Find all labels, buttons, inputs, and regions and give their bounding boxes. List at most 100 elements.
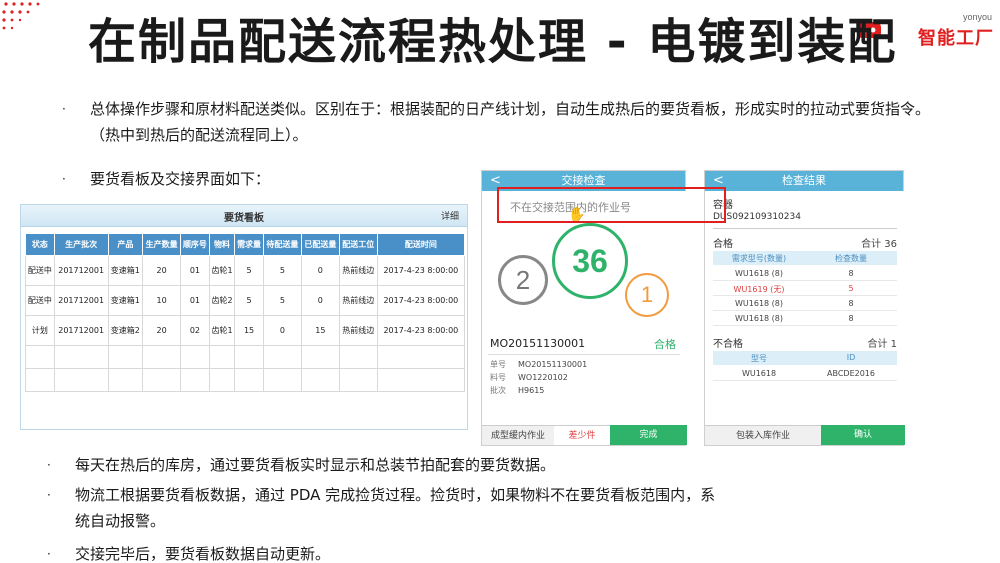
table-cell: 齿轮1	[208, 315, 236, 346]
column-header: 配送时间	[376, 233, 466, 256]
table-cell: 201712001	[53, 315, 109, 346]
fail-total: 合计 1	[867, 339, 897, 350]
slide-title: 在制品配送流程热处理 - 电镀到装配	[88, 14, 898, 70]
highlight-box	[497, 187, 726, 223]
column-header: 顺序号	[180, 233, 210, 256]
bullet-text: 物流工根据要货看板数据，通过 PDA 完成捡货过程。捡货时，如果物料不在要货看板…	[75, 486, 716, 530]
screen-footer: 成型缓内作业 差少件 完成	[482, 425, 687, 445]
field-value: MO20151130001	[518, 360, 588, 369]
table-cell: 5	[262, 255, 302, 286]
table-cell: ABCDE2016	[827, 369, 875, 378]
column-header: 物料	[208, 233, 236, 256]
table-cell: 0	[262, 315, 302, 346]
decor-dots-icon	[2, 2, 40, 30]
table-header-row: 状态 生产批次 产品 生产数量 顺序号 物料 需求量 待配送量 已配送量 配送工…	[25, 233, 466, 256]
table-row[interactable]: WU1618 (8) 8	[713, 267, 897, 281]
column-header: 型号	[751, 354, 767, 363]
extra-count-circle[interactable]: 1	[625, 273, 669, 317]
bullet-item: · 总体操作步骤和原材料配送类似。区别在于：根据装配的日产线计划，自动生成热后的要…	[62, 100, 931, 144]
table-cell: 02	[180, 315, 210, 346]
bullet-item: · 每天在热后的库房，通过要货看板实时显示和总装节拍配套的要货数据。	[47, 456, 556, 474]
table-cell: 201712001	[53, 285, 109, 316]
table-cell: 8	[848, 314, 854, 323]
field-value: H9615	[518, 386, 545, 395]
table-cell: 2017-4-23 8:00:00	[376, 315, 466, 346]
table-cell: WU1619 (无)	[733, 285, 785, 294]
pack-storage-button[interactable]: 包装入库作业	[705, 425, 821, 445]
table-row[interactable]: 计划 201712001 变速箱2 20 02 齿轮1 15 0 15 热前线边 2017-4-23…	[25, 315, 466, 346]
table-cell: 齿轮2	[208, 285, 236, 316]
bullet-item: · 要货看板及交接界面如下：	[62, 170, 271, 188]
confirm-button[interactable]: 确认	[821, 425, 905, 445]
column-header: 需求量	[234, 233, 264, 256]
table-cell: 01	[180, 255, 210, 286]
footer-tab-button[interactable]: 成型缓内作业	[482, 425, 554, 445]
missing-count-circle[interactable]: 2	[498, 255, 548, 305]
table-row-empty	[25, 368, 466, 392]
table-cell: 5	[848, 284, 854, 293]
screen-title: 交接检查	[561, 174, 606, 187]
column-header: 生产批次	[53, 233, 109, 256]
handover-body: 不在交接范围内的作业号 ✋ 36 2 1 MO20151130001 合格 单号…	[482, 191, 687, 427]
table-cell: 热前线边	[338, 285, 378, 316]
table-cell: 齿轮1	[208, 255, 236, 286]
divider	[713, 228, 897, 229]
table-row[interactable]: WU1618 ABCDE2016	[713, 367, 897, 381]
mo-row[interactable]: MO20151130001 合格	[488, 335, 680, 355]
field-material: 料号 WO1220102	[490, 372, 568, 383]
mo-code: MO20151130001	[490, 337, 586, 350]
table-cell: 8	[848, 269, 854, 278]
screen-footer: 包装入库作业 确认	[705, 425, 905, 445]
shortage-button[interactable]: 差少件	[554, 425, 610, 445]
bullet-text: 每天在热后的库房，通过要货看板实时显示和总装节拍配套的要货数据。	[75, 456, 556, 474]
brand-small-text: yonyou	[962, 12, 992, 22]
table-cell: 20	[142, 315, 182, 346]
bullet-text: 总体操作步骤和原材料配送类似。区别在于：根据装配的日产线计划，自动生成热后的要货…	[90, 100, 931, 144]
bullet-text: 要货看板及交接界面如下：	[90, 170, 271, 188]
field-label: 批次	[490, 386, 506, 395]
kanban-detail-link[interactable]: 详细	[441, 209, 459, 222]
pass-total: 合计 36	[861, 239, 897, 250]
column-header: 待配送量	[262, 233, 302, 256]
checked-count-circle[interactable]: 36	[552, 223, 628, 299]
bullet-item: · 交接完毕后，要货看板数据自动更新。	[47, 545, 331, 563]
table-cell: 配送中	[25, 285, 55, 316]
check-result-screen: < 检查结果 容器 DUS092109310234 合格 合计 36 需求型号(…	[704, 170, 905, 446]
table-cell: WU1618	[741, 369, 777, 378]
column-header: 产品	[107, 233, 144, 256]
screen-title: 检查结果	[782, 174, 826, 187]
table-cell: 变速箱2	[107, 315, 144, 346]
table-cell: 2017-4-23 8:00:00	[376, 285, 466, 316]
column-header: ID	[846, 353, 856, 362]
table-cell: 变速箱1	[107, 285, 144, 316]
field-value: WO1220102	[518, 373, 568, 382]
table-cell: 5	[234, 285, 264, 316]
table-cell: WU1618 (8)	[735, 269, 783, 278]
column-header: 已配送量	[300, 233, 340, 256]
kanban-board: 要货看板 详细 状态 生产批次 产品 生产数量 顺序号 物料 需求量 待配送量 …	[20, 204, 468, 430]
table-row[interactable]: WU1618 (8) 8	[713, 312, 897, 326]
table-row[interactable]: WU1619 (无) 5	[713, 282, 897, 296]
table-row[interactable]: 配送中 201712001 变速箱1 20 01 齿轮1 5 5 0 热前线边 2017-4-23 …	[25, 255, 466, 286]
table-cell: 20	[142, 255, 182, 286]
table-cell: WU1618 (8)	[735, 314, 783, 323]
table-cell: 15	[300, 315, 340, 346]
table-cell: 变速箱1	[107, 255, 144, 286]
table-cell: 5	[262, 285, 302, 316]
column-header: 状态	[25, 233, 55, 256]
table-cell: WU1618 (8)	[735, 299, 783, 308]
container-code: DUS092109310234	[713, 212, 801, 222]
pass-table-header: 需求型号(数量) 检查数量	[713, 251, 897, 265]
table-cell: 01	[180, 285, 210, 316]
table-cell: 热前线边	[338, 255, 378, 286]
table-row[interactable]: WU1618 (8) 8	[713, 297, 897, 311]
result-body: 容器 DUS092109310234 合格 合计 36 需求型号(数量) 检查数…	[705, 191, 905, 427]
fail-label: 不合格	[713, 339, 743, 350]
screen-header: < 检查结果	[705, 171, 903, 191]
table-cell: 15	[234, 315, 264, 346]
table-row[interactable]: 配送中 201712001 变速箱1 10 01 齿轮2 5 5 0 热前线边 2017-4-23 …	[25, 285, 466, 316]
bullet-item: · 物流工根据要货看板数据，通过 PDA 完成捡货过程。捡货时，如果物料不在要货看…	[47, 486, 716, 530]
mo-status: 合格	[654, 338, 676, 351]
complete-button[interactable]: 完成	[610, 425, 687, 445]
field-batch: 批次 H9615	[490, 385, 544, 396]
